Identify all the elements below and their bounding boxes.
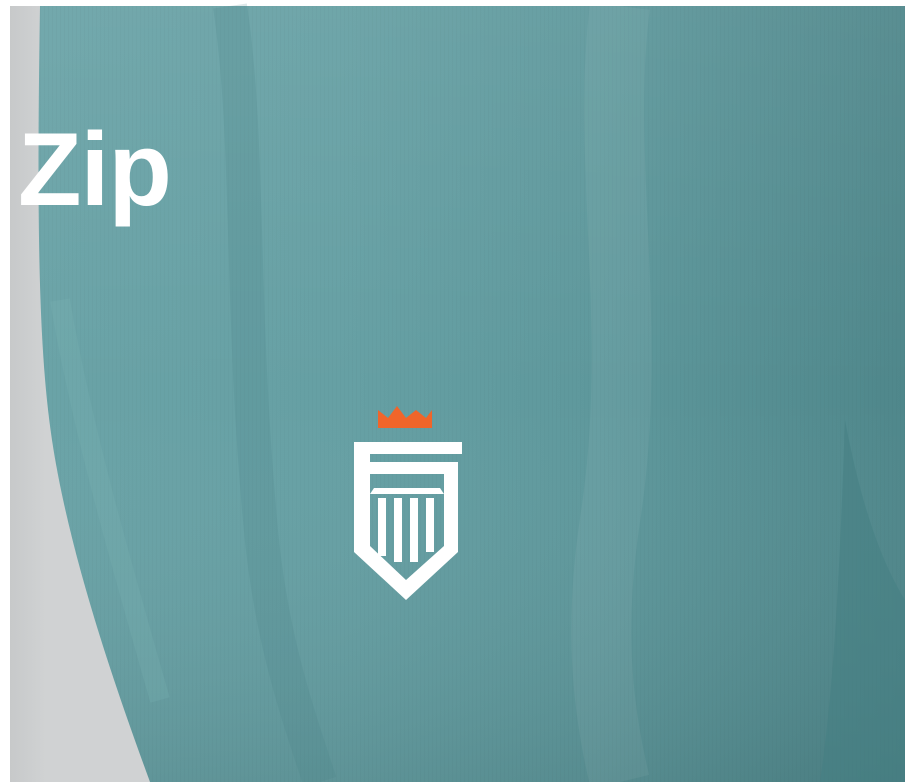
shield-icon xyxy=(354,442,462,600)
overlay-word: Zip xyxy=(18,112,172,228)
crown-icon xyxy=(378,406,432,428)
crowned-shield-logo-icon xyxy=(354,406,462,600)
product-photo: Zip xyxy=(0,0,905,782)
